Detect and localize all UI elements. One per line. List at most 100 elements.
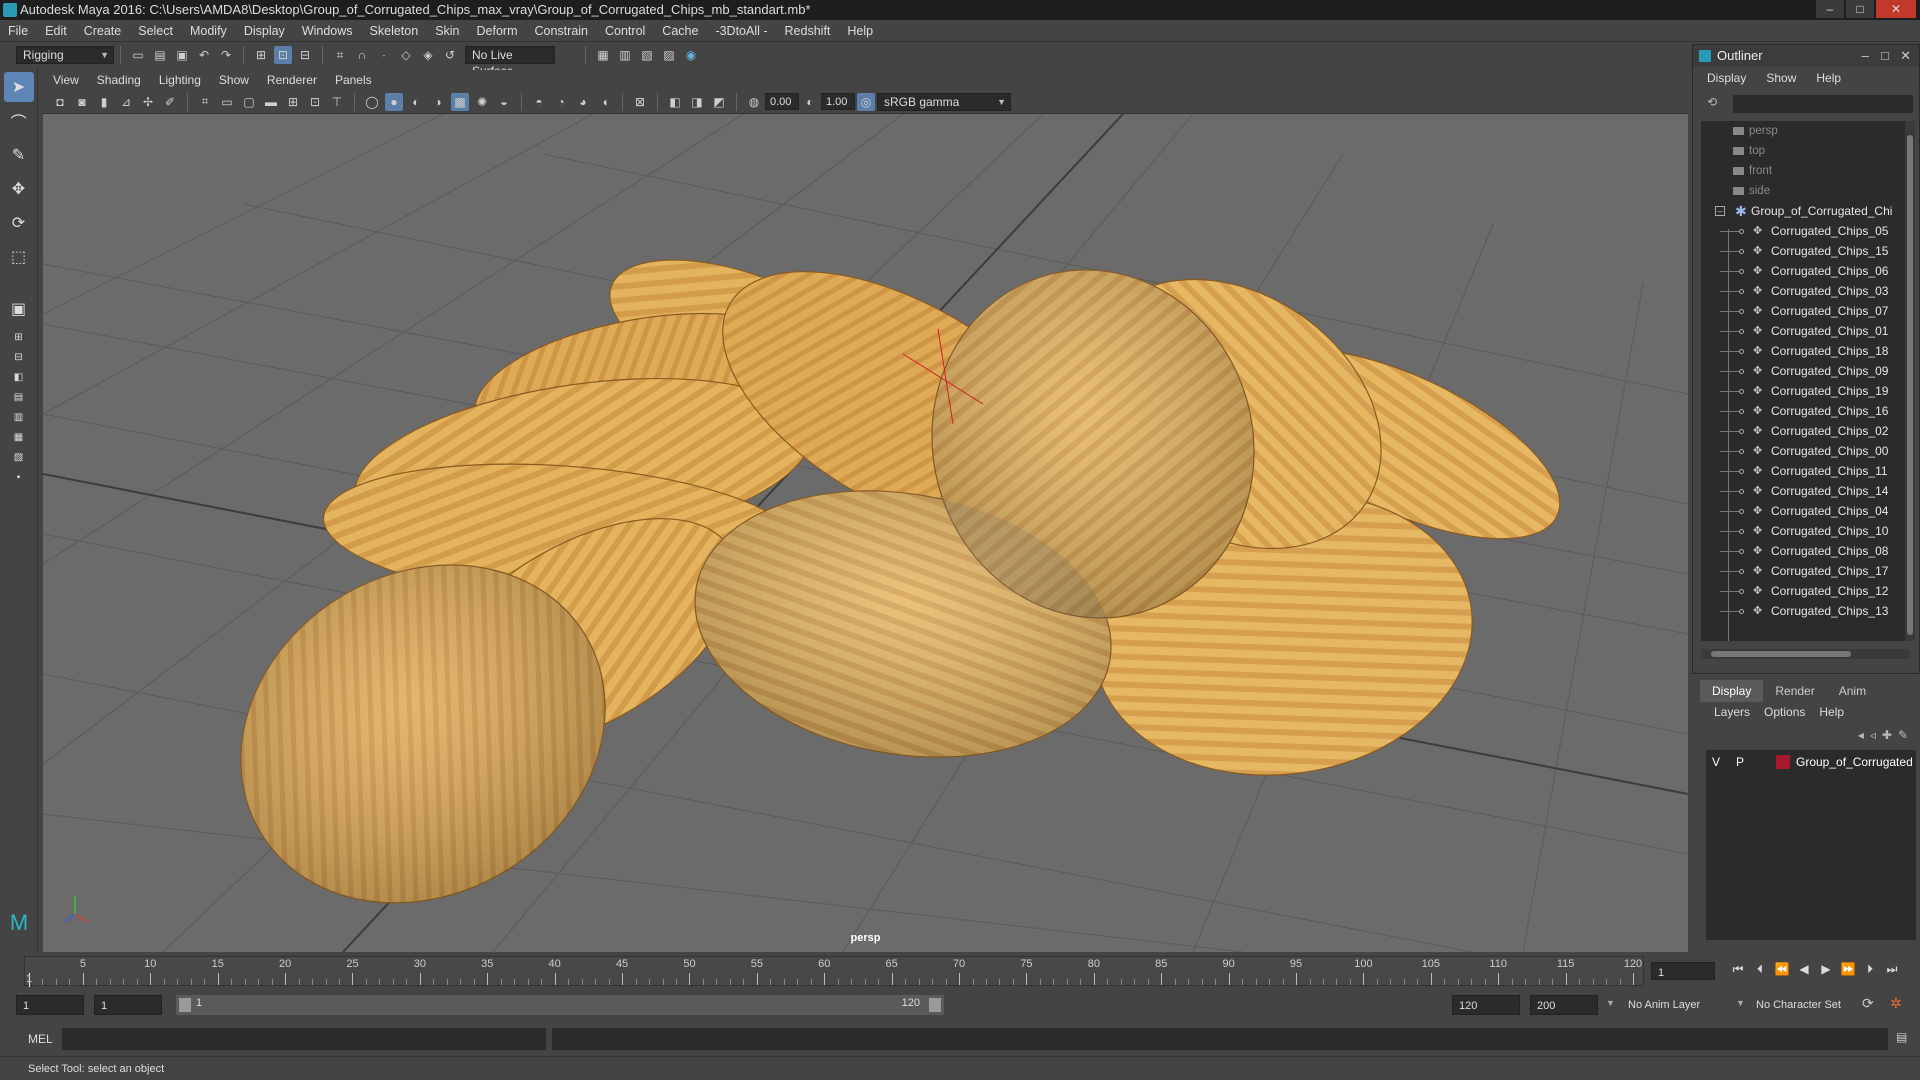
- layer-menu-layers[interactable]: Layers: [1714, 705, 1750, 719]
- camera-select-icon[interactable]: ◘: [51, 93, 69, 111]
- render-frame-icon[interactable]: ▥: [616, 46, 634, 64]
- select-tool-icon[interactable]: ➤: [3, 72, 34, 102]
- motion-blur-icon[interactable]: ◔: [552, 93, 570, 111]
- outliner-item-chip[interactable]: ✥ Corrugated_Chips_12: [1701, 581, 1909, 601]
- panel-menu-show[interactable]: Show: [219, 73, 249, 87]
- snap-view-icon[interactable]: ◇: [397, 46, 415, 64]
- step-forward-frame-icon[interactable]: ⏵: [1859, 962, 1881, 977]
- lasso-tool-icon[interactable]: ⌒: [4, 106, 34, 136]
- menu-control[interactable]: Control: [605, 24, 645, 38]
- range-slider[interactable]: 1 120: [176, 995, 944, 1015]
- new-layer-icon[interactable]: ✚: [1882, 728, 1892, 742]
- outliner-item-chip[interactable]: ✥ Corrugated_Chips_01: [1701, 321, 1909, 341]
- auto-key-icon[interactable]: ⟳: [1862, 995, 1874, 1012]
- layer-menu-help[interactable]: Help: [1819, 705, 1844, 719]
- grease-pencil-icon[interactable]: ✐: [161, 93, 179, 111]
- scroll-thumb[interactable]: [1711, 651, 1851, 657]
- gamma-field[interactable]: 1.00: [821, 93, 855, 110]
- filter-icon[interactable]: ⟲: [1707, 95, 1717, 109]
- menu-constrain[interactable]: Constrain: [535, 24, 589, 38]
- outliner-item-chip[interactable]: ✥ Corrugated_Chips_09: [1701, 361, 1909, 381]
- outliner-item-chip[interactable]: ✥ Corrugated_Chips_03: [1701, 281, 1909, 301]
- outliner-search-input[interactable]: [1733, 95, 1913, 113]
- layout-more-icon[interactable]: ▪: [4, 468, 34, 486]
- scale-tool-icon[interactable]: ⬚: [4, 242, 34, 272]
- menu-deform[interactable]: Deform: [477, 24, 518, 38]
- close-button[interactable]: ✕: [1876, 0, 1916, 18]
- play-forwards-icon[interactable]: ▶: [1815, 962, 1837, 977]
- layout-persp-icon[interactable]: ▧: [4, 448, 34, 466]
- gamma-icon[interactable]: ◐: [801, 93, 819, 111]
- outliner-menu-show[interactable]: Show: [1766, 71, 1796, 85]
- camera-attributes-icon[interactable]: ◙: [73, 93, 91, 111]
- anti-aliasing-icon[interactable]: ◕: [574, 93, 592, 111]
- menu-display[interactable]: Display: [244, 24, 285, 38]
- collapse-icon[interactable]: –: [1715, 206, 1725, 216]
- outliner-item-chip[interactable]: ✥ Corrugated_Chips_18: [1701, 341, 1909, 361]
- outliner-item-chip[interactable]: ✥ Corrugated_Chips_17: [1701, 561, 1909, 581]
- outliner-item-chip[interactable]: ✥ Corrugated_Chips_04: [1701, 501, 1909, 521]
- outliner-vscrollbar[interactable]: [1905, 121, 1915, 641]
- gate-mask-icon[interactable]: ▬: [262, 93, 280, 111]
- menu-help[interactable]: Help: [847, 24, 873, 38]
- select-hierarchy-icon[interactable]: ⊞: [252, 46, 270, 64]
- menu-create[interactable]: Create: [84, 24, 122, 38]
- outliner-item-chip[interactable]: ✥ Corrugated_Chips_19: [1701, 381, 1909, 401]
- range-end-handle[interactable]: [929, 998, 941, 1012]
- tab-display[interactable]: Display: [1700, 680, 1764, 702]
- menu-skin[interactable]: Skin: [435, 24, 459, 38]
- move-tool-icon[interactable]: ✥: [4, 174, 34, 204]
- outliner-tree[interactable]: persp top front side – ✱ Group_of_Corrug…: [1701, 121, 1909, 641]
- scroll-thumb[interactable]: [1907, 135, 1913, 635]
- menu-skeleton[interactable]: Skeleton: [370, 24, 419, 38]
- menu-file[interactable]: File: [8, 24, 28, 38]
- render-view-icon[interactable]: ▨: [660, 46, 678, 64]
- 2d-pan-icon[interactable]: ✢: [139, 93, 157, 111]
- hypershade-icon[interactable]: ◉: [682, 46, 700, 64]
- exposure-field[interactable]: 0.00: [765, 93, 799, 110]
- layout-single-icon[interactable]: ▣: [4, 294, 34, 324]
- outliner-item-group[interactable]: – ✱ Group_of_Corrugated_Chi: [1701, 201, 1909, 221]
- viewport-panel[interactable]: View Shading Lighting Show Renderer Pane…: [43, 70, 1688, 952]
- close-button[interactable]: ✕: [1900, 45, 1911, 67]
- maximize-button[interactable]: □: [1881, 45, 1889, 67]
- character-set-dropdown[interactable]: No Character Set: [1750, 995, 1862, 1015]
- outliner-item-chip[interactable]: ✥ Corrugated_Chips_06: [1701, 261, 1909, 281]
- wireframe-on-shaded-icon[interactable]: ◑: [429, 93, 447, 111]
- minimize-button[interactable]: –: [1816, 0, 1844, 18]
- field-chart-icon[interactable]: ⊞: [284, 93, 302, 111]
- render-settings-icon[interactable]: ▦: [594, 46, 612, 64]
- panel-menu-panels[interactable]: Panels: [335, 73, 372, 87]
- range-start-handle[interactable]: [179, 998, 191, 1012]
- outliner-item-persp[interactable]: persp: [1701, 121, 1909, 141]
- playback-start-field[interactable]: 1: [94, 995, 162, 1015]
- wireframe-icon[interactable]: ◯: [363, 93, 381, 111]
- animation-prefs-icon[interactable]: ✲: [1890, 995, 1902, 1012]
- tab-render[interactable]: Render: [1763, 680, 1826, 702]
- smooth-shade-icon[interactable]: ●: [385, 92, 403, 111]
- panel-menu-shading[interactable]: Shading: [97, 73, 141, 87]
- script-language-label[interactable]: MEL: [28, 1032, 53, 1046]
- outliner-item-chip[interactable]: ✥ Corrugated_Chips_13: [1701, 601, 1909, 621]
- maximize-button[interactable]: □: [1846, 0, 1874, 18]
- new-scene-icon[interactable]: ▭: [129, 46, 147, 64]
- chevron-down-icon[interactable]: ▼: [1606, 998, 1615, 1008]
- ipr-render-icon[interactable]: ▧: [638, 46, 656, 64]
- image-plane-icon[interactable]: ⊿: [117, 93, 135, 111]
- panel-menu-lighting[interactable]: Lighting: [159, 73, 201, 87]
- anim-layer-dropdown[interactable]: No Anim Layer: [1622, 995, 1734, 1015]
- go-to-start-icon[interactable]: ⏮: [1727, 962, 1749, 977]
- play-backwards-icon[interactable]: ◀: [1793, 962, 1815, 977]
- save-scene-icon[interactable]: ▣: [173, 46, 191, 64]
- outliner-item-chip[interactable]: ✥ Corrugated_Chips_00: [1701, 441, 1909, 461]
- chevron-down-icon[interactable]: ▼: [1736, 998, 1745, 1008]
- undo-icon[interactable]: ↶: [195, 46, 213, 64]
- grid-toggle-icon[interactable]: ⌗: [196, 93, 214, 111]
- menuset-dropdown[interactable]: Rigging ▼: [16, 46, 114, 64]
- outliner-item-chip[interactable]: ✥ Corrugated_Chips_11: [1701, 461, 1909, 481]
- step-back-key-icon[interactable]: ⏪: [1771, 962, 1793, 977]
- open-scene-icon[interactable]: ▤: [151, 46, 169, 64]
- outliner-item-chip[interactable]: ✥ Corrugated_Chips_08: [1701, 541, 1909, 561]
- ambient-occlusion-icon[interactable]: ◓: [530, 93, 548, 111]
- step-forward-key-icon[interactable]: ⏩: [1837, 962, 1859, 977]
